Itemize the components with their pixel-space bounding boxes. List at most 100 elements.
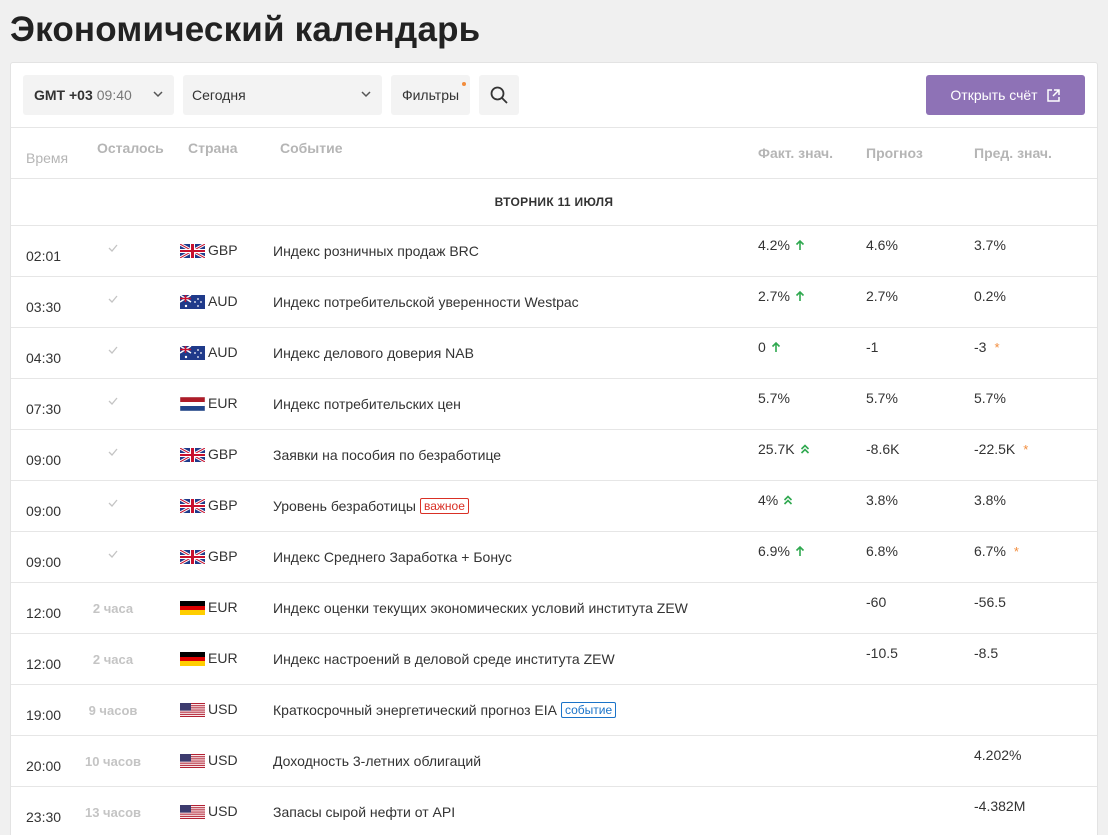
check-icon [108,397,118,405]
check-icon [108,346,118,354]
check-icon [108,295,118,303]
row-currency: EUR [208,599,238,615]
row-event[interactable]: Индекс Среднего Заработка + Бонус [273,549,512,565]
table-row[interactable]: 07:30 EUR Индекс потребительских цен 5.7% 5.… [11,379,1097,430]
table-row[interactable]: 09:00 GBP Уровень безработицы важное 4% 3.8% 3… [11,481,1097,532]
row-currency: USD [208,803,238,819]
row-previous-value: 4.202% [974,747,1022,763]
row-event[interactable]: Краткосрочный энергетический прогноз EIA… [273,702,617,718]
table-row[interactable]: 20:00 10 часов USD Доходность 3-летних обли… [11,736,1097,787]
row-time: 09:00 [26,503,62,519]
flag-us-icon [180,754,205,768]
row-previous-value: -3 [974,339,987,355]
flag-gb-icon [180,244,205,258]
table-row[interactable]: 04:30 AUD Индекс делового доверия NAB 0 -1 -3… [11,328,1097,379]
row-actual: 0 [758,339,781,355]
flag-gb-icon [180,550,205,564]
revised-star-icon: * [1013,543,1019,559]
row-actual-value: 4.2% [758,237,790,253]
row-event-title: Индекс Среднего Заработка + Бонус [273,549,512,565]
table-row[interactable]: 02:01 GBP Индекс розничных продаж BRC 4.2% 4… [11,226,1097,277]
table-row[interactable]: 09:00 GBP Индекс Среднего Заработка + Бону… [11,532,1097,583]
row-actual-value: 5.7% [758,390,790,406]
row-event[interactable]: Доходность 3-летних облигаций [273,753,481,769]
table-row[interactable]: 19:00 9 часов USD Краткосрочный энергетичес… [11,685,1097,736]
row-forecast: 5.7% [866,390,898,406]
row-actual-value: 0 [758,339,766,355]
row-event[interactable]: Индекс оценки текущих экономических усло… [273,600,688,616]
table-row[interactable]: 03:30 AUD Индекс потребительской увереннос… [11,277,1097,328]
row-previous: 3.7% [974,237,1006,253]
row-event[interactable]: Индекс потребительских цен [273,396,461,412]
calendar-card: GMT +03 09:40 Сегодня Фильтры Открыть сч… [10,62,1098,835]
row-currency: GBP [208,242,238,258]
column-country: Страна [188,140,238,156]
row-actual-value: 25.7K [758,441,795,457]
row-actual: 6.9% [758,543,805,559]
row-previous: 3.8% [974,492,1006,508]
row-event[interactable]: Индекс потребительской уверенности Westp… [273,294,579,310]
arrow-up-icon [771,341,780,352]
row-event-title: Уровень безработицы [273,498,416,514]
filters-button[interactable]: Фильтры [391,75,470,115]
flag-us-icon [180,805,205,819]
filters-label: Фильтры [401,87,460,103]
row-event-title: Индекс делового доверия NAB [273,345,474,361]
row-time: 07:30 [26,401,62,417]
row-currency: GBP [208,497,238,513]
table-row[interactable]: 23:30 13 часов USD Запасы сырой нефти от AP… [11,787,1097,835]
row-actual-value: 4% [758,492,779,508]
arrow-up-icon [795,239,804,250]
row-previous-value: 5.7% [974,390,1006,406]
event-tag: событие [561,702,617,718]
row-previous: -56.5 [974,594,1006,610]
day-select[interactable]: Сегодня [183,75,382,115]
row-event-title: Индекс потребительских цен [273,396,461,412]
row-event[interactable]: Индекс делового доверия NAB [273,345,474,361]
row-previous: -3 * [974,339,1000,355]
table-row[interactable]: 12:00 2 часа EUR Индекс настроений в делово… [11,634,1097,685]
double-chevron-up-icon [784,495,793,505]
row-previous: 5.7% [974,390,1006,406]
row-previous-value: -22.5K [974,441,1016,457]
timezone-select[interactable]: GMT +03 09:40 [23,75,174,115]
flag-de-icon [180,601,205,615]
timezone-time: 09:40 [96,87,132,103]
row-currency: USD [208,752,238,768]
row-previous-value: 0.2% [974,288,1006,304]
row-event[interactable]: Уровень безработицы важное [273,498,469,514]
table-header: Время Осталось Страна Событие Факт. знач… [11,128,1097,179]
row-currency: GBP [208,548,238,564]
revised-star-icon: * [1023,441,1029,457]
row-forecast: 4.6% [866,237,898,253]
row-previous: 0.2% [974,288,1006,304]
row-previous-value: -4.382M [974,798,1026,814]
row-event[interactable]: Индекс розничных продаж BRC [273,243,479,259]
row-event[interactable]: Индекс настроений в деловой среде инстит… [273,651,615,667]
row-forecast: 6.8% [866,543,898,559]
row-event-title: Индекс оценки текущих экономических усло… [273,600,688,616]
row-actual: 5.7% [758,390,790,406]
flag-au-icon [180,346,205,360]
row-time-left: 13 часов [84,805,141,820]
external-link-icon [1046,88,1060,102]
row-actual: 4.2% [758,237,805,253]
row-currency: EUR [208,650,238,666]
row-previous-value: 3.7% [974,237,1006,253]
date-header: ВТОРНИК 11 ИЮЛЯ [11,179,1097,226]
row-actual: 4% [758,492,793,508]
row-event[interactable]: Заявки на пособия по безработице [273,447,501,463]
open-account-button[interactable]: Открыть счёт [926,75,1085,115]
row-time-left: 9 часов [88,703,138,718]
row-time: 03:30 [26,299,62,315]
row-event[interactable]: Запасы сырой нефти от API [273,804,455,820]
table-row[interactable]: 12:00 2 часа EUR Индекс оценки текущих экон… [11,583,1097,634]
flag-nl-icon [180,397,205,411]
row-currency: EUR [208,395,238,411]
page-title: Экономический календарь [10,10,481,49]
column-time-left: Осталось [97,140,164,156]
row-previous: -4.382M [974,798,1025,814]
row-currency: GBP [208,446,238,462]
search-button[interactable] [479,75,519,115]
table-row[interactable]: 09:00 GBP Заявки на пособия по безработице… [11,430,1097,481]
